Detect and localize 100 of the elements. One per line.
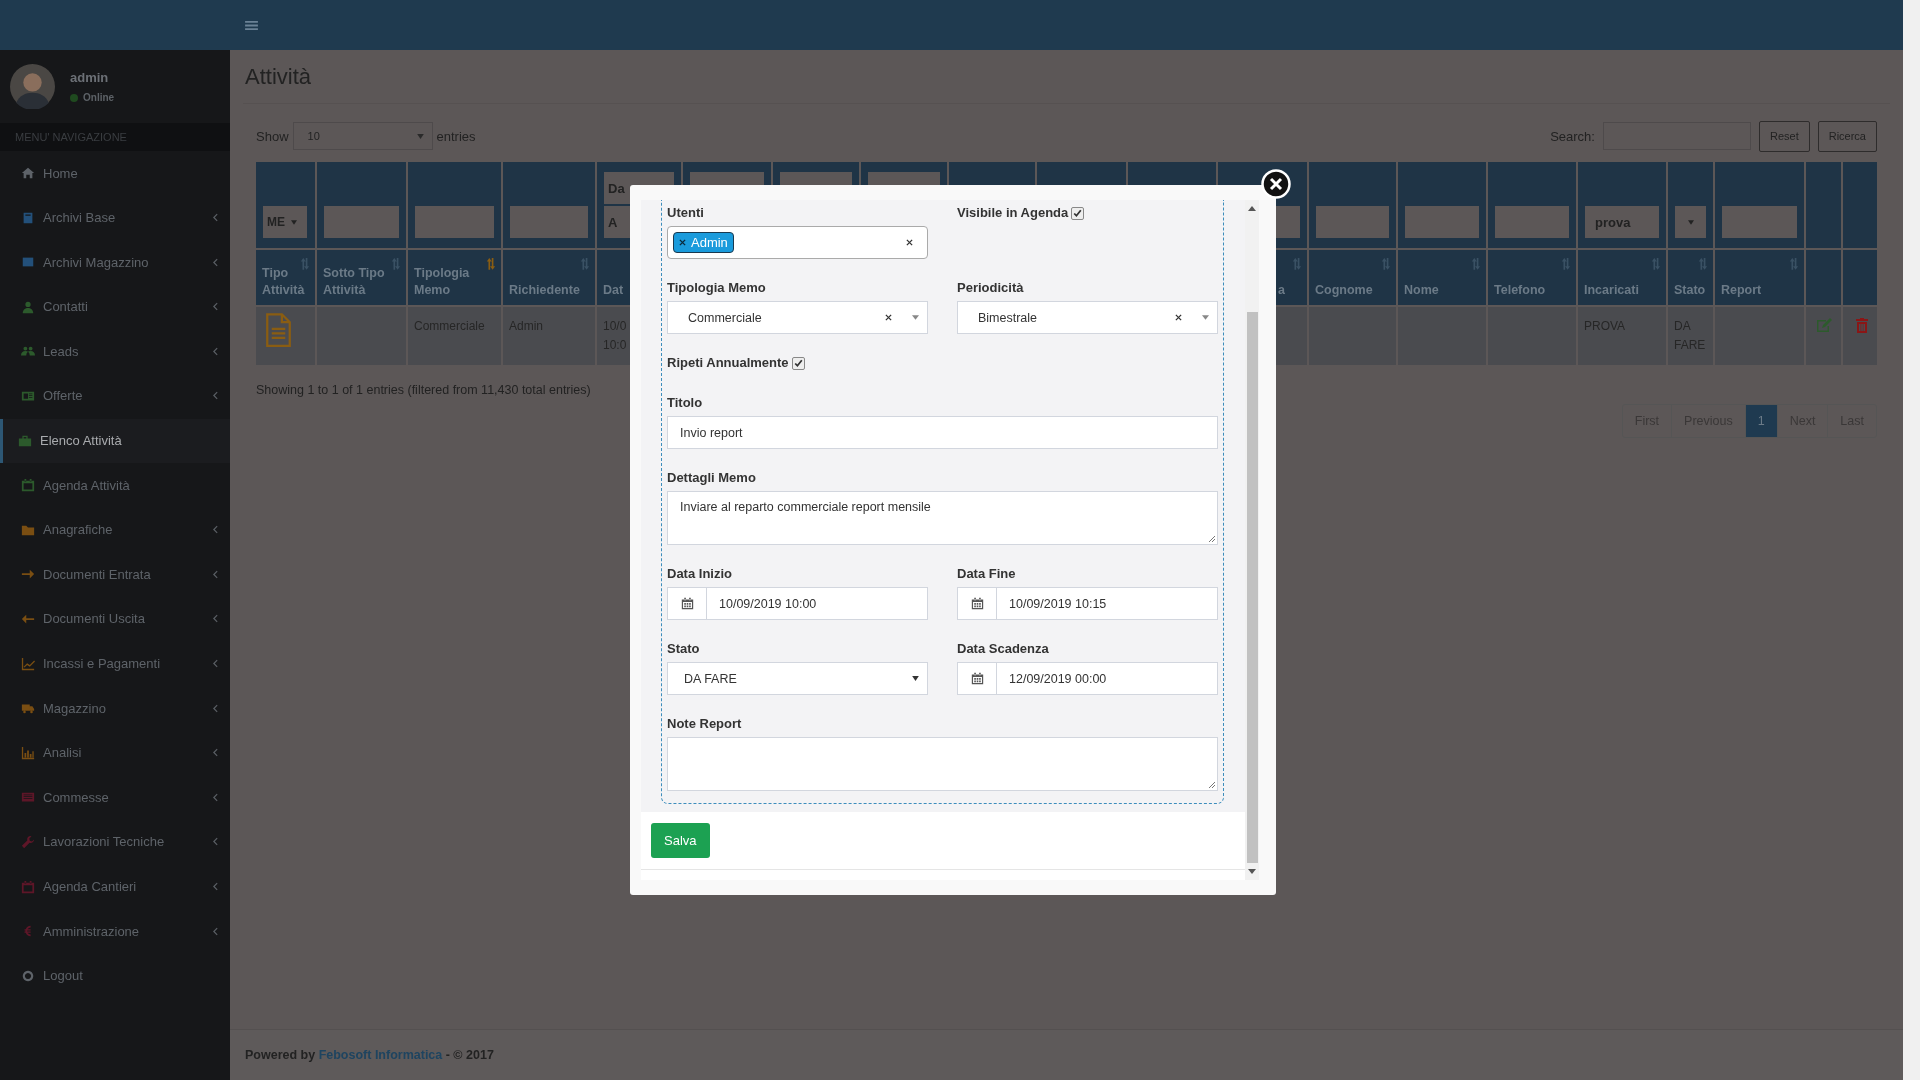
clear-icon[interactable] (906, 239, 913, 246)
column-header[interactable]: Sotto Tipo Attività (317, 250, 406, 305)
caret-icon (1202, 315, 1209, 320)
show-label: Show (256, 128, 289, 144)
column-title: Cognome (1315, 282, 1373, 299)
field-label: Visibile in Agenda (957, 204, 1069, 222)
filter-field[interactable]: prova (1585, 206, 1659, 238)
briefcase-icon (18, 433, 32, 448)
caret-icon (912, 676, 919, 681)
nav-item[interactable]: Documenti Entrata (0, 552, 230, 597)
filter-field[interactable] (415, 206, 494, 238)
scroll-down-icon[interactable] (1248, 869, 1256, 874)
filter-field[interactable] (1405, 206, 1479, 238)
footer-text: Powered by Febosoft Informatica - © 2017 (245, 1048, 494, 1062)
column-title: Stato (1674, 282, 1706, 299)
nav-item[interactable]: Lavorazioni Tecniche (0, 819, 230, 864)
column-title: Telefono (1494, 282, 1546, 299)
edit-icon[interactable] (1816, 317, 1834, 333)
column-header[interactable]: Nome (1398, 250, 1486, 305)
page-length-select[interactable]: 10 (292, 122, 433, 150)
status-dot (70, 93, 78, 102)
date-field[interactable]: 10/09/2019 10:00 (667, 587, 928, 620)
column-header[interactable]: Tipologia Memo (408, 250, 501, 305)
filter-field[interactable] (324, 206, 399, 238)
entries-label: entries (436, 128, 476, 144)
column-header[interactable]: Telefono (1488, 250, 1576, 305)
field-label: Note Report (667, 715, 743, 733)
nav-item[interactable]: Analisi (0, 730, 230, 775)
column-header[interactable]: Richiedente (503, 250, 595, 305)
footer-link[interactable]: Febosoft Informatica (318, 1048, 443, 1062)
status-select[interactable]: DA FARE (667, 662, 928, 695)
nav-item[interactable]: Incassi e Pagamenti (0, 641, 230, 686)
select-field[interactable]: Bimestrale (957, 301, 1218, 334)
field-label: Tipologia Memo (667, 279, 767, 297)
wrench-icon (21, 834, 35, 849)
select-field[interactable]: Commerciale (667, 301, 928, 334)
resize-grip-icon[interactable] (1208, 535, 1216, 543)
field-label: Periodicità (957, 279, 1025, 297)
save-button[interactable]: Salva (651, 823, 710, 858)
nav-item[interactable]: Agenda Attività (0, 463, 230, 508)
menu-icon[interactable] (245, 19, 258, 31)
modal-scrollbar[interactable] (1245, 200, 1259, 880)
nav-item[interactable]: Agenda Cantieri (0, 864, 230, 909)
field-label: Dettagli Memo (667, 469, 757, 487)
notes-field[interactable] (667, 737, 1218, 791)
column-title: Tipo Attività (262, 265, 306, 299)
column-header[interactable]: Cognome (1309, 250, 1396, 305)
toolbar-button[interactable]: Reset (1758, 120, 1810, 152)
nav-item[interactable]: Logout (0, 953, 230, 998)
scrollbar-thumb[interactable] (1246, 312, 1258, 863)
column-header[interactable]: Report (1715, 250, 1804, 305)
nav-item[interactable]: Documenti Uscita (0, 596, 230, 641)
title-field[interactable]: Invio report (667, 416, 1218, 449)
clear-icon[interactable] (1175, 314, 1182, 321)
scroll-up-icon[interactable] (1248, 206, 1256, 211)
resize-grip-icon[interactable] (1208, 781, 1216, 789)
nav-item[interactable]: Magazzino (0, 686, 230, 731)
caret-icon (291, 219, 297, 225)
nav-item[interactable]: Amministrazione (0, 909, 230, 954)
column-header[interactable] (1843, 250, 1877, 305)
nav-item[interactable]: Offerte (0, 373, 230, 418)
user-select-field[interactable]: Admin (667, 226, 928, 259)
date-field[interactable]: 12/09/2019 00:00 (957, 662, 1218, 695)
checkbox[interactable] (1071, 206, 1085, 220)
toolbar-button[interactable]: Ricerca (1817, 120, 1877, 152)
checkbox[interactable] (791, 356, 805, 370)
nav-item[interactable]: Archivi Magazzino (0, 240, 230, 285)
column-header[interactable] (1806, 250, 1841, 305)
nav-item[interactable]: Archivi Base (0, 195, 230, 240)
remove-icon[interactable] (679, 239, 686, 246)
column-header[interactable]: Incaricati (1578, 250, 1666, 305)
avatar (10, 64, 55, 109)
search-label: Search: (1550, 128, 1595, 144)
filter-select[interactable]: ME (263, 206, 307, 238)
filter-field[interactable] (1316, 206, 1389, 238)
home-icon (21, 166, 35, 180)
nav-item[interactable]: Commesse (0, 775, 230, 820)
filter-field[interactable] (1722, 206, 1797, 238)
nav-item[interactable]: Anagrafiche (0, 507, 230, 552)
date-field[interactable]: 10/09/2019 10:15 (957, 587, 1218, 620)
filter-field[interactable] (1495, 206, 1569, 238)
page-scrollbar[interactable] (1903, 0, 1920, 1080)
column-header[interactable]: Stato (1668, 250, 1713, 305)
document-icon (265, 313, 292, 347)
details-field[interactable]: Inviare al reparto commerciale report mensile (667, 491, 1218, 545)
nav-item[interactable]: Home (0, 151, 230, 195)
user-tag[interactable]: Admin (673, 232, 734, 253)
column-title: Sotto Tipo Attività (323, 265, 386, 299)
column-header[interactable]: Tipo Attività (256, 250, 315, 305)
filter-select[interactable] (1675, 206, 1706, 238)
person-icon (21, 299, 35, 314)
clear-icon[interactable] (885, 314, 892, 321)
nav-item[interactable]: Elenco Attività (0, 418, 230, 463)
column-title: Report (1721, 282, 1762, 299)
caret-icon (416, 133, 424, 139)
nav-item[interactable]: Leads (0, 329, 230, 374)
trash-icon[interactable] (1853, 317, 1871, 333)
nav-item[interactable]: Contatti (0, 284, 230, 329)
filter-field[interactable] (510, 206, 588, 238)
pagination-button[interactable]: 1 (1744, 405, 1777, 437)
